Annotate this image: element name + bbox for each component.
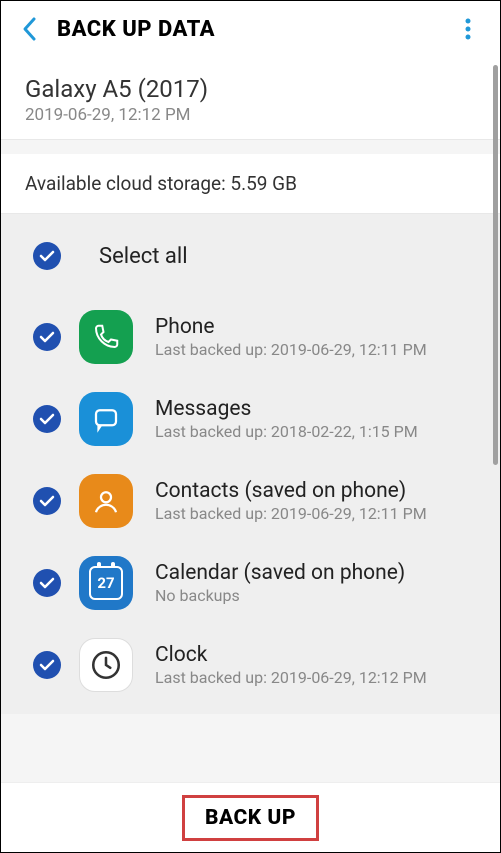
item-text: Calendar (saved on phone) No backups [155, 561, 476, 605]
messages-icon [79, 392, 133, 446]
item-text: Messages Last backed up: 2018-02-22, 1:1… [155, 397, 476, 441]
item-subtitle: Last backed up: 2019-06-29, 12:11 PM [155, 504, 476, 523]
item-subtitle: No backups [155, 586, 476, 605]
contacts-icon [79, 474, 133, 528]
item-title: Clock [155, 643, 476, 667]
device-info: Galaxy A5 (2017) 2019-06-29, 12:12 PM [1, 57, 500, 140]
item-title: Contacts (saved on phone) [155, 479, 476, 503]
scrollbar[interactable] [493, 65, 498, 465]
back-button[interactable] [9, 9, 49, 49]
item-title: Phone [155, 315, 476, 339]
list-item[interactable]: Messages Last backed up: 2018-02-22, 1:1… [1, 378, 500, 460]
item-checkbox[interactable] [33, 405, 61, 433]
more-options-button[interactable] [448, 9, 488, 49]
item-subtitle: Last backed up: 2019-06-29, 12:11 PM [155, 340, 476, 359]
select-all-row[interactable]: Select all [1, 232, 500, 296]
more-vertical-icon [465, 18, 471, 40]
item-subtitle: Last backed up: 2018-02-22, 1:15 PM [155, 422, 476, 441]
storage-info: Available cloud storage: 5.59 GB [1, 154, 500, 214]
checkmark-icon [39, 659, 55, 671]
content-scroll[interactable]: Galaxy A5 (2017) 2019-06-29, 12:12 PM Av… [1, 57, 500, 782]
app-header: BACK UP DATA [1, 1, 500, 57]
list-item[interactable]: Contacts (saved on phone) Last backed up… [1, 460, 500, 542]
item-text: Contacts (saved on phone) Last backed up… [155, 479, 476, 523]
item-checkbox[interactable] [33, 651, 61, 679]
item-subtitle: Last backed up: 2019-06-29, 12:12 PM [155, 668, 476, 687]
calendar-icon: 27 [79, 556, 133, 610]
backup-button[interactable]: BACK UP [182, 795, 319, 841]
device-name: Galaxy A5 (2017) [25, 75, 476, 103]
chevron-left-icon [20, 15, 38, 43]
checkmark-icon [39, 577, 55, 589]
backup-button-label: BACK UP [205, 806, 296, 830]
checkmark-icon [39, 413, 55, 425]
item-checkbox[interactable] [33, 569, 61, 597]
page-title: BACK UP DATA [57, 17, 448, 42]
device-timestamp: 2019-06-29, 12:12 PM [25, 105, 476, 125]
checkmark-icon [39, 331, 55, 343]
item-title: Calendar (saved on phone) [155, 561, 476, 585]
clock-icon [79, 638, 133, 692]
list-item[interactable]: 27 Calendar (saved on phone) No backups [1, 542, 500, 624]
select-all-label: Select all [99, 244, 188, 269]
divider [1, 140, 500, 154]
item-text: Clock Last backed up: 2019-06-29, 12:12 … [155, 643, 476, 687]
item-text: Phone Last backed up: 2019-06-29, 12:11 … [155, 315, 476, 359]
list-item[interactable]: Phone Last backed up: 2019-06-29, 12:11 … [1, 296, 500, 378]
select-all-checkbox[interactable] [33, 242, 61, 270]
item-checkbox[interactable] [33, 323, 61, 351]
checkmark-icon [39, 495, 55, 507]
phone-icon [79, 310, 133, 364]
storage-label: Available cloud storage: 5.59 GB [25, 172, 297, 195]
item-title: Messages [155, 397, 476, 421]
item-checkbox[interactable] [33, 487, 61, 515]
backup-list: Select all Phone Last backed up: 2019-06… [1, 214, 500, 714]
checkmark-icon [39, 250, 55, 262]
footer: BACK UP [1, 782, 500, 852]
list-item[interactable]: Clock Last backed up: 2019-06-29, 12:12 … [1, 624, 500, 706]
